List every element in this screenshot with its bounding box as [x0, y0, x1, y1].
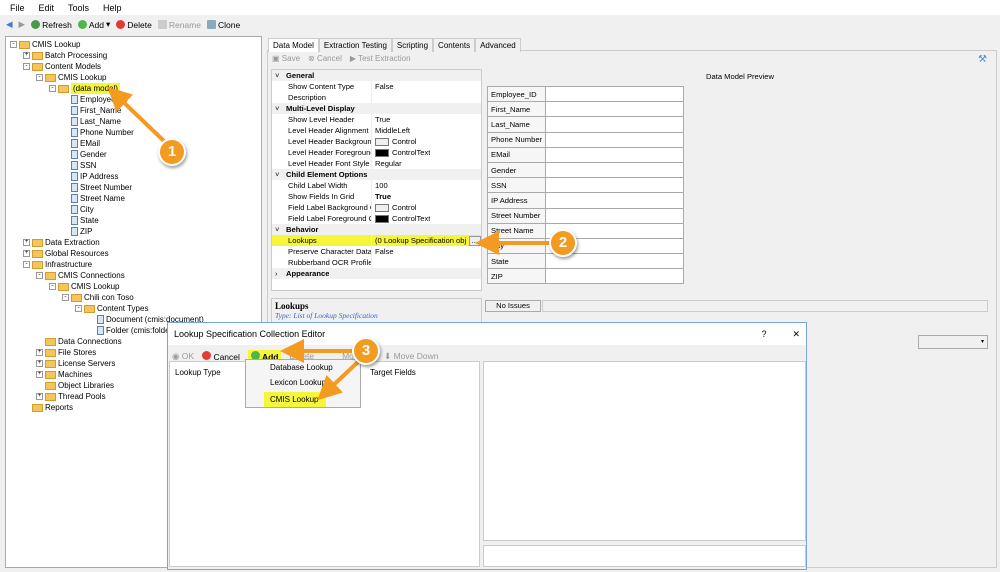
callout-1: 1 — [158, 138, 186, 166]
annotation-arrows — [107, 86, 550, 401]
arrow-3b — [317, 360, 360, 401]
callout-3: 3 — [352, 337, 380, 365]
callout-2: 2 — [549, 229, 577, 257]
arrow-1 — [107, 86, 167, 144]
